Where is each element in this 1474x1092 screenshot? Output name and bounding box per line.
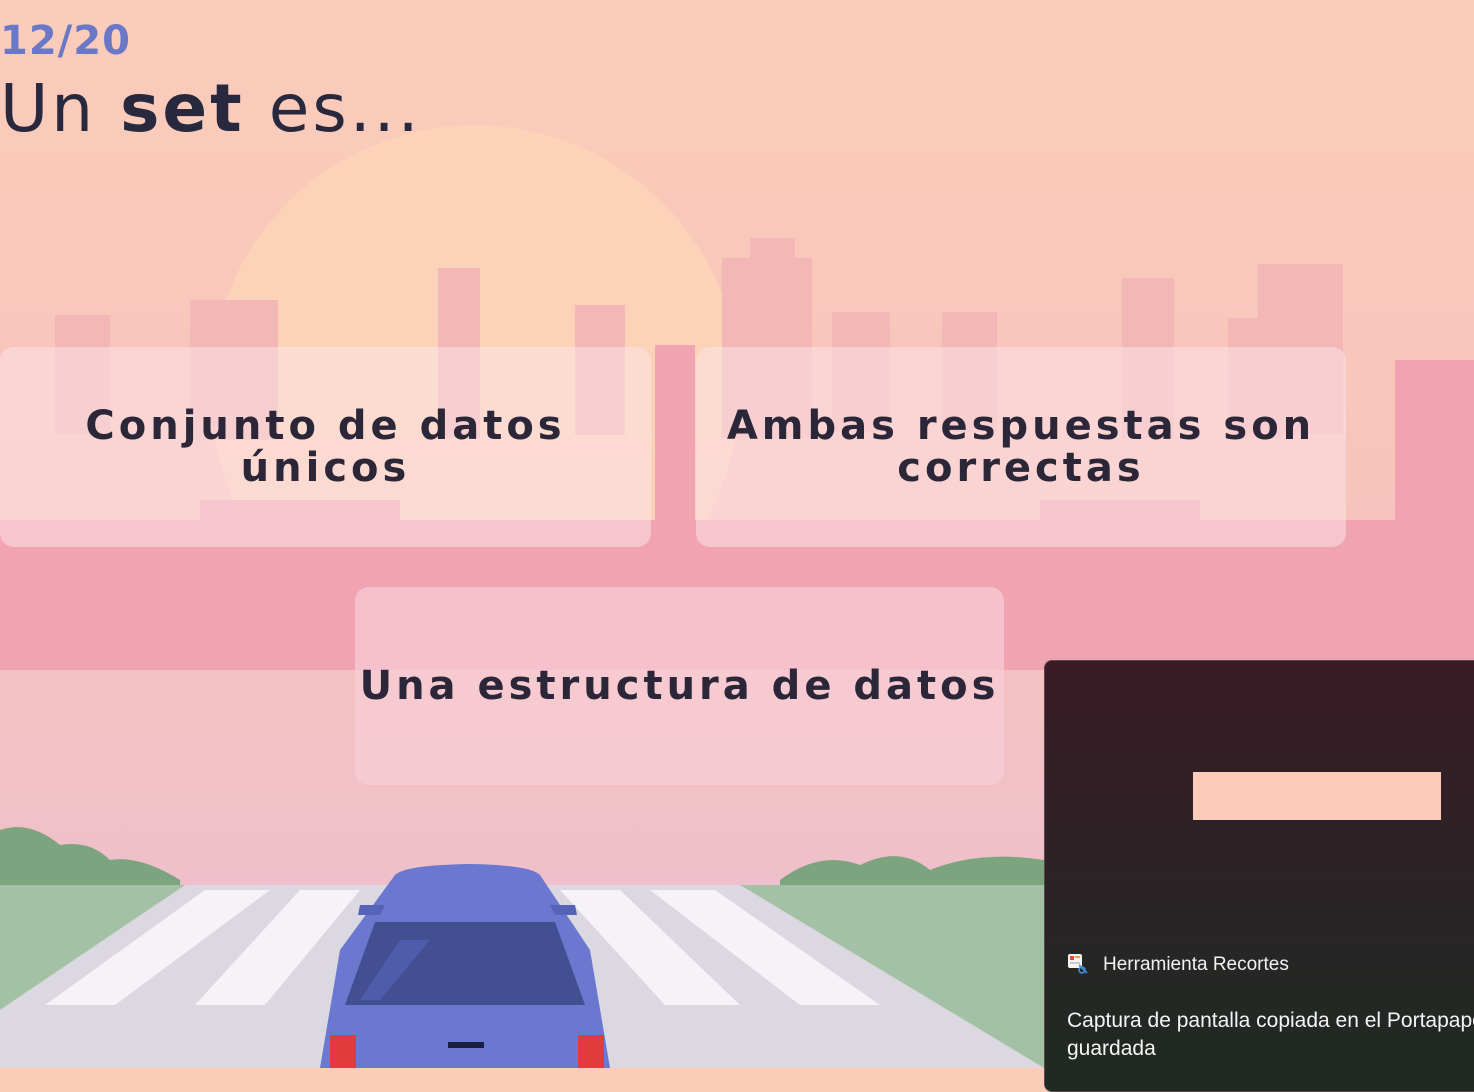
question-prefix: Un — [0, 70, 121, 147]
question-suffix: es... — [244, 70, 422, 147]
answer-option-2[interactable]: Ambas respuestas son correctas — [696, 347, 1346, 547]
answer-option-1-line-1: Conjunto de datos — [85, 403, 566, 449]
answer-option-3-line-1: Una estructura de datos — [359, 663, 1000, 709]
question-keyword: set — [120, 70, 245, 147]
screenshot-thumbnail[interactable] — [1193, 772, 1441, 820]
answer-option-2-line-1: Ambas respuestas son — [726, 403, 1316, 449]
question-title: Un set es... — [0, 70, 422, 147]
answer-option-1-line-2: únicos — [240, 445, 411, 491]
answer-option-1[interactable]: Conjunto de datos únicos — [0, 347, 651, 547]
notification-message: Captura de pantalla copiada en el Portap… — [1067, 1007, 1474, 1063]
notification-message-line-2: guardada — [1067, 1037, 1156, 1060]
answer-option-3[interactable]: Una estructura de datos — [355, 587, 1004, 785]
snipping-tool-icon — [1068, 954, 1088, 974]
notification-message-line-1: Captura de pantalla copiada en el Portap… — [1067, 1009, 1474, 1032]
answer-option-2-line-2: correctas — [897, 445, 1145, 491]
answer-option-3-label: Una estructura de datos — [360, 665, 1000, 707]
snip-notification[interactable]: Herramienta Recortes Captura de pantalla… — [1044, 660, 1474, 1092]
notification-app-name: Herramienta Recortes — [1103, 954, 1289, 975]
question-progress: 12/20 — [0, 18, 131, 64]
answer-option-1-label: Conjunto de datos únicos — [85, 405, 565, 489]
answer-option-2-label: Ambas respuestas son correctas — [727, 405, 1315, 489]
